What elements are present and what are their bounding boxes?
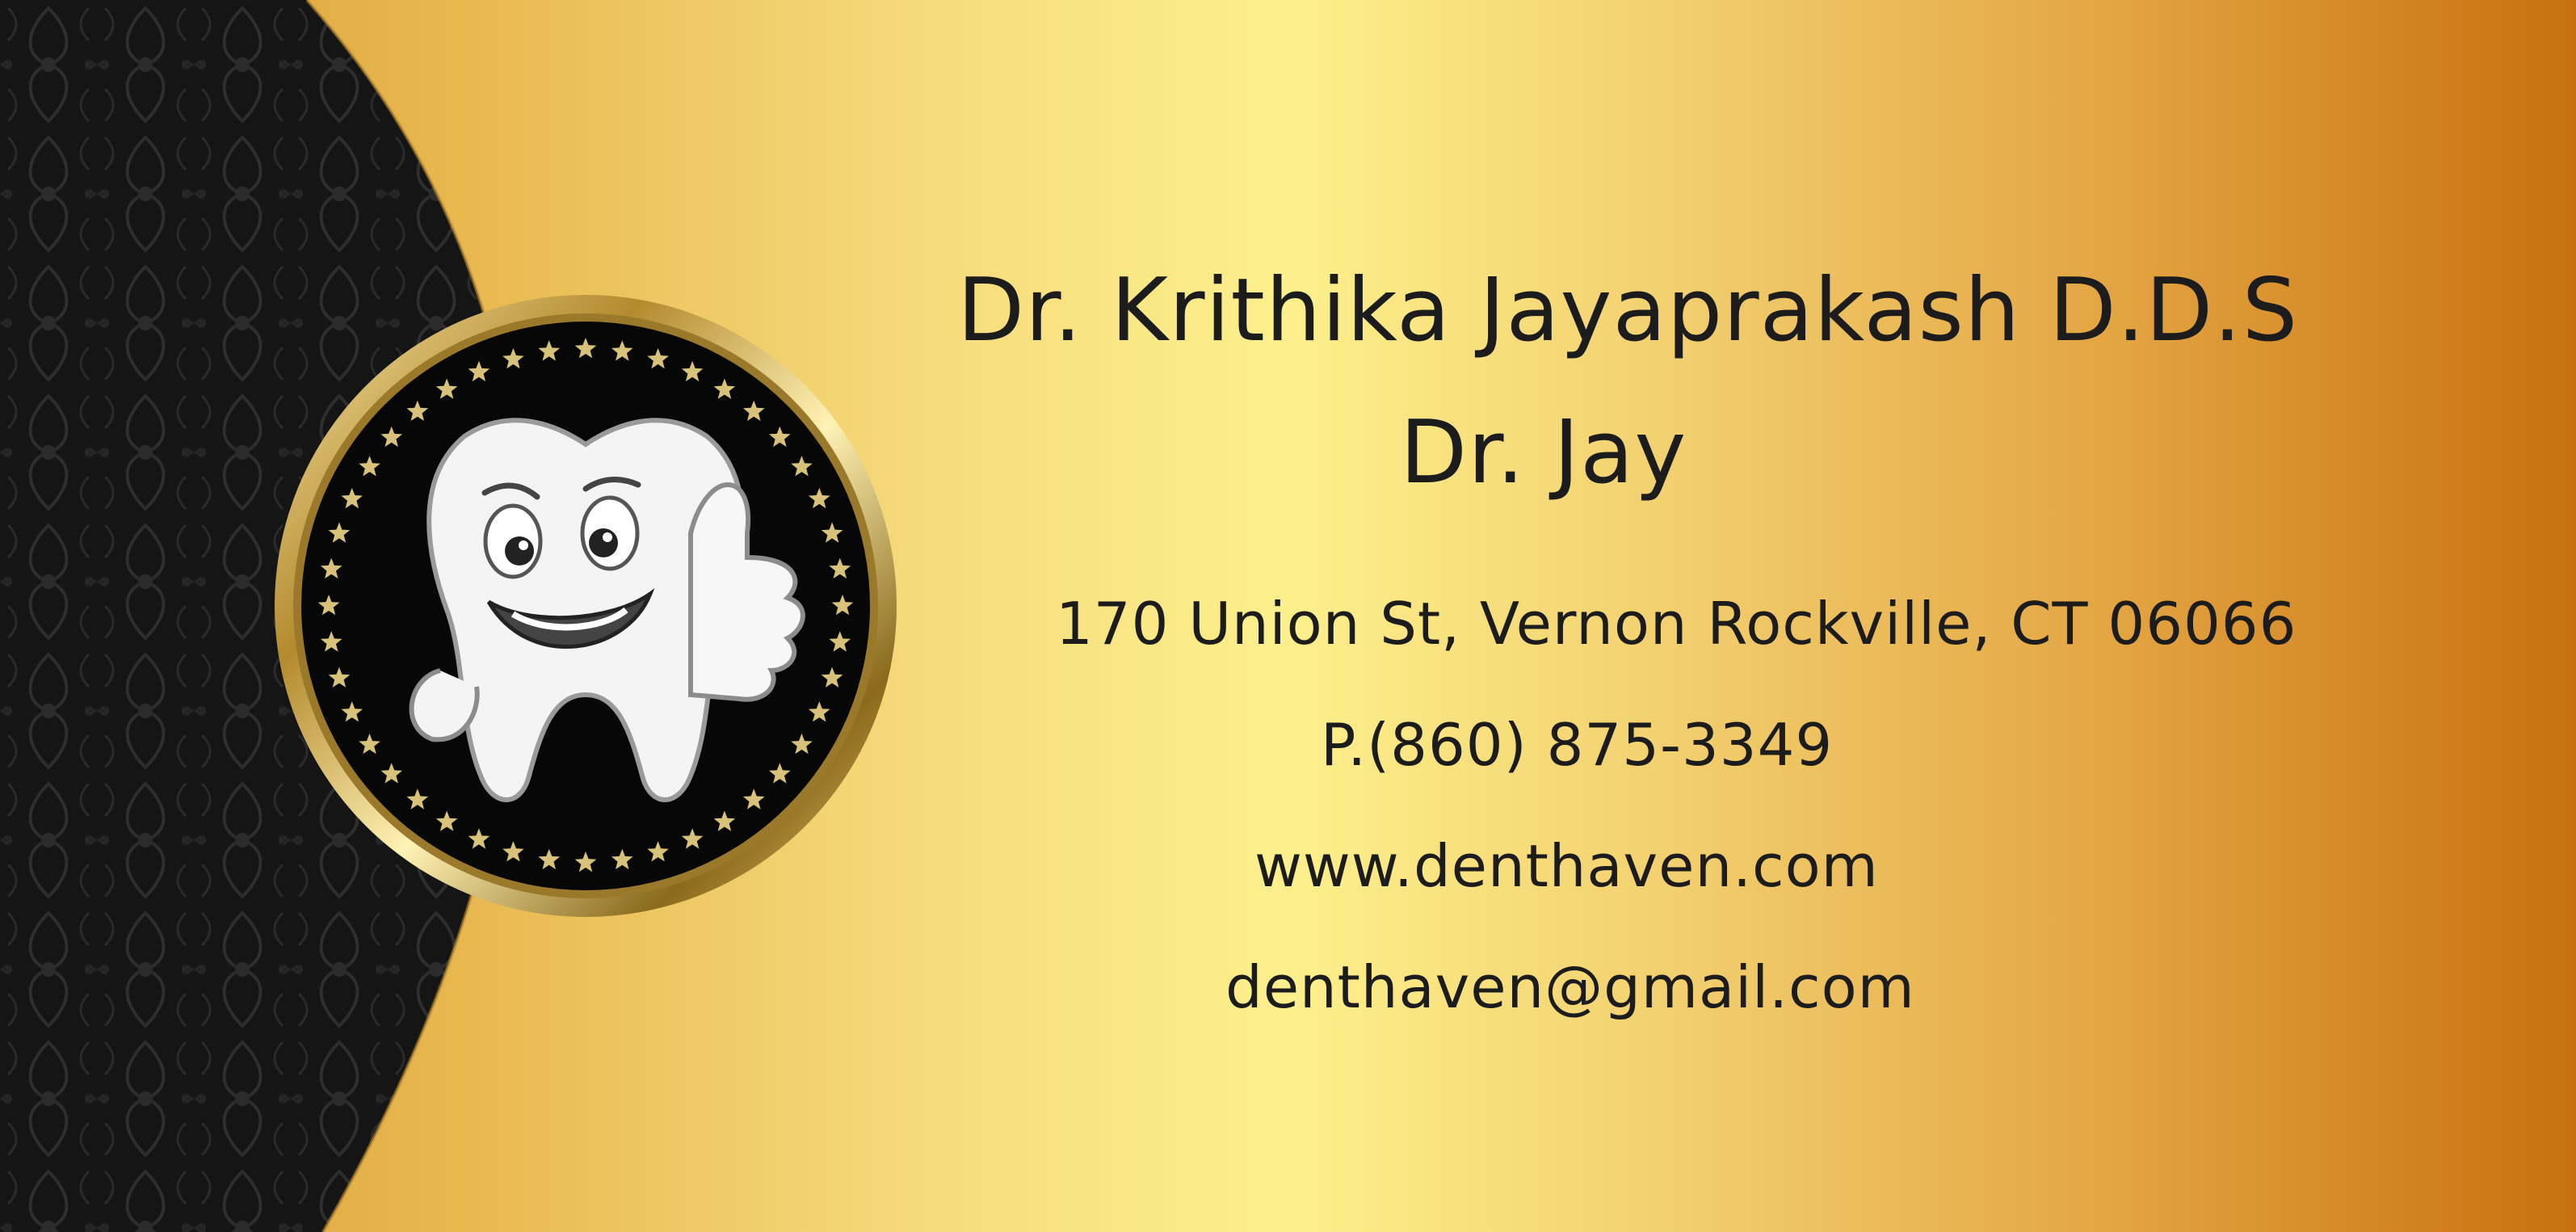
doctor-nickname: Dr. Jay (1400, 402, 1687, 503)
address: 170 Union St, Vernon Rockville, CT 06066 (1056, 590, 2297, 658)
website-link[interactable]: www.denthaven.com (1254, 832, 1879, 900)
contact-details: Dr. Krithika Jayaprakash D.D.S Dr. Jay 1… (889, 0, 2504, 1232)
logo-badge (271, 291, 901, 921)
phone-number: P.(860) 875-3349 (1321, 711, 1834, 779)
business-card: Dr. Krithika Jayaprakash D.D.S Dr. Jay 1… (0, 0, 2576, 1232)
email-link[interactable]: denthaven@gmail.com (1225, 953, 1915, 1021)
doctor-name: Dr. Krithika Jayaprakash D.D.S (957, 260, 2299, 361)
